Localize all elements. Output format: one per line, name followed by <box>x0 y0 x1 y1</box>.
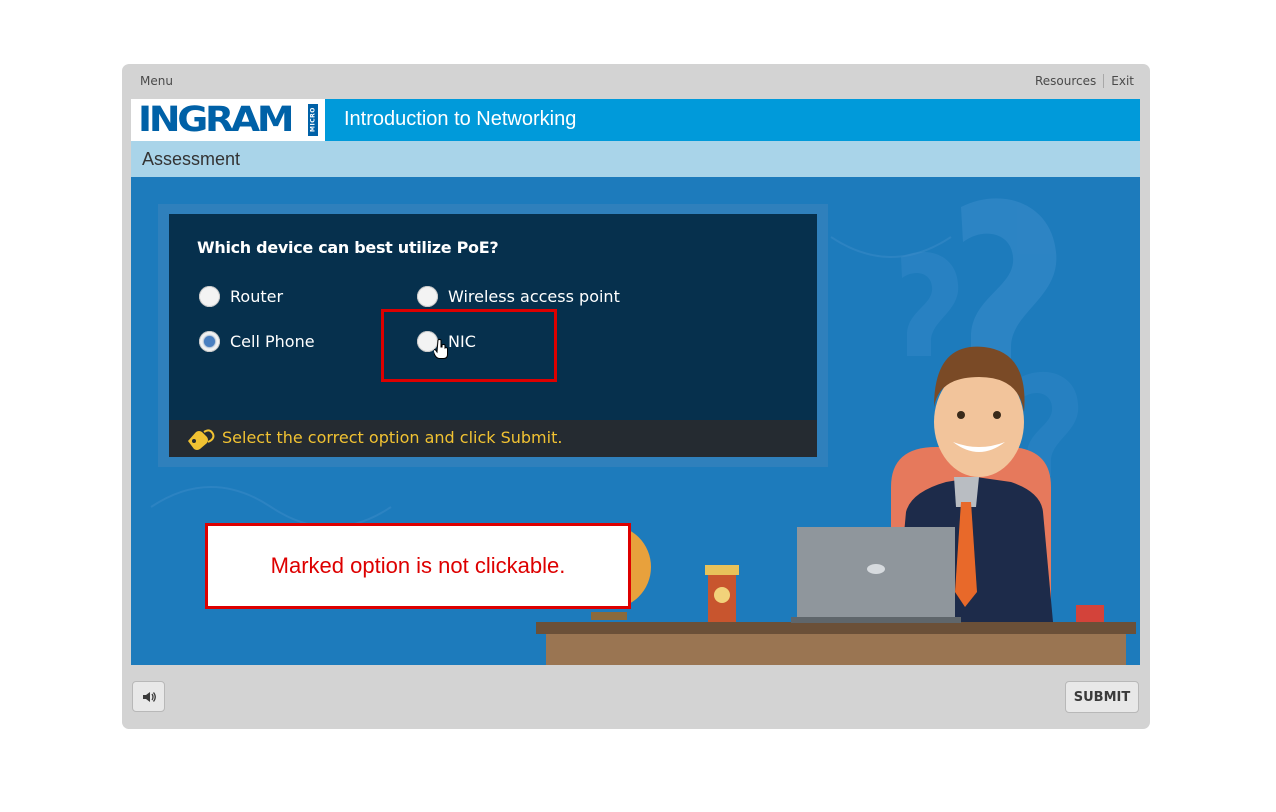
question-text: Which device can best utilize PoE? <box>197 238 499 257</box>
annotation-callout: Marked option is not clickable. <box>205 523 631 609</box>
section-header: Assessment <box>131 141 1140 177</box>
topbar-right-links: Resources Exit <box>1035 74 1134 88</box>
radio-cell-phone[interactable] <box>199 331 220 352</box>
course-player: Menu Resources Exit INGRAM MICRO Introdu… <box>122 64 1150 729</box>
option-label: Cell Phone <box>230 332 315 351</box>
player-topbar: Menu Resources Exit <box>122 64 1150 99</box>
section-title: Assessment <box>142 149 241 169</box>
option-wireless-access-point[interactable]: Wireless access point <box>417 286 620 307</box>
exit-link[interactable]: Exit <box>1111 74 1134 88</box>
ingram-micro-logo: INGRAM MICRO <box>131 99 325 141</box>
resources-link[interactable]: Resources <box>1035 74 1096 88</box>
instruction-text: Select the correct option and click Subm… <box>222 428 563 447</box>
speaker-icon <box>142 691 156 702</box>
radio-router[interactable] <box>199 286 220 307</box>
menu-link[interactable]: Menu <box>140 74 173 88</box>
submit-button[interactable]: SUBMIT <box>1065 681 1139 713</box>
option-label: Router <box>230 287 284 306</box>
instruction-bar: Select the correct option and click Subm… <box>169 420 817 457</box>
audio-toggle-button[interactable] <box>132 681 165 712</box>
annotation-text: Marked option is not clickable. <box>270 553 566 578</box>
logo-micro-tag: MICRO <box>308 104 318 136</box>
hint-pointer-icon <box>188 429 215 450</box>
option-cell-phone[interactable]: Cell Phone <box>199 331 315 352</box>
option-router[interactable]: Router <box>199 286 283 307</box>
link-divider <box>1103 74 1105 88</box>
course-title: Introduction to Networking <box>344 108 577 130</box>
desk-top <box>536 622 1136 634</box>
annotation-highlight-box <box>381 309 557 382</box>
course-header: INGRAM MICRO Introduction to Networking <box>131 99 1140 141</box>
logo-wordmark: INGRAM <box>138 100 295 140</box>
option-label: Wireless access point <box>448 287 620 306</box>
radio-wireless-access-point[interactable] <box>417 286 438 307</box>
